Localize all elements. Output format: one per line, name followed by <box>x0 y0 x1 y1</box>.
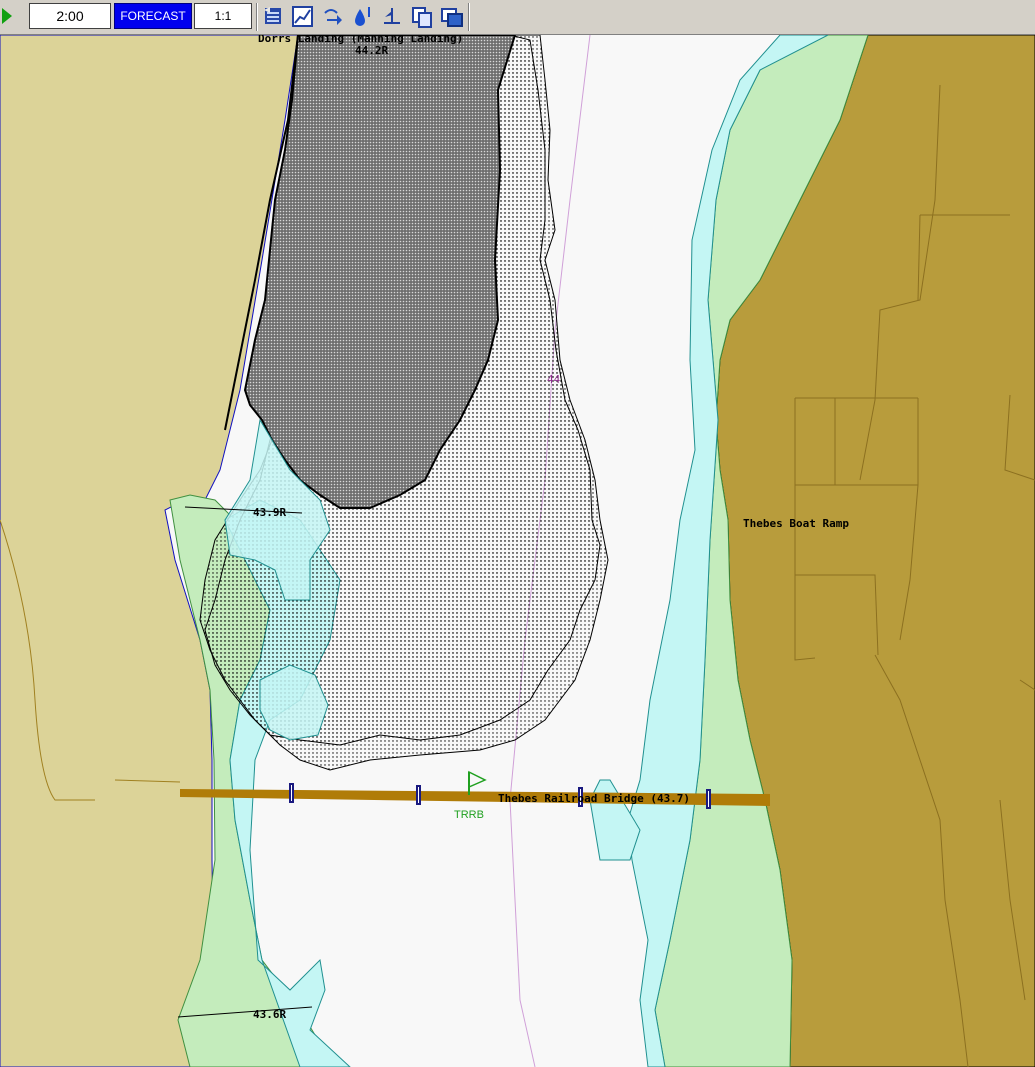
flow-arrow-icon[interactable] <box>321 5 345 29</box>
scale-field[interactable]: 1:1 <box>194 3 252 29</box>
bridge-label: Thebes Railroad Bridge (43.7) <box>498 792 690 805</box>
windows-icon[interactable] <box>440 5 464 29</box>
copy-pages-icon[interactable] <box>410 5 434 29</box>
play-icon[interactable] <box>2 8 12 24</box>
toolbar-separator <box>256 3 258 31</box>
toolbar: 2:00 FORECAST 1:1 <box>0 0 1035 35</box>
flag-code-label: TRRB <box>454 809 484 821</box>
forecast-button[interactable]: FORECAST <box>114 3 192 29</box>
gauge-label-bottom: 43.6R <box>253 1008 286 1021</box>
swap-layers-icon[interactable] <box>262 5 286 29</box>
water-drop-icon[interactable] <box>351 5 375 29</box>
river-map[interactable]: Dorrs Landing (Manning Landing) 44.2R 44… <box>0 35 1035 1067</box>
chart-view-icon[interactable] <box>291 5 315 29</box>
toolbar-separator <box>468 3 470 31</box>
time-field[interactable]: 2:00 <box>29 3 111 29</box>
gauge-label-mid: 43.9R <box>253 506 286 519</box>
contour-label: 44 <box>547 373 561 386</box>
boat-ramp-label: Thebes Boat Ramp <box>743 517 849 530</box>
gauge-label-top: 44.2R <box>355 44 388 57</box>
wind-vane-icon[interactable] <box>380 5 404 29</box>
